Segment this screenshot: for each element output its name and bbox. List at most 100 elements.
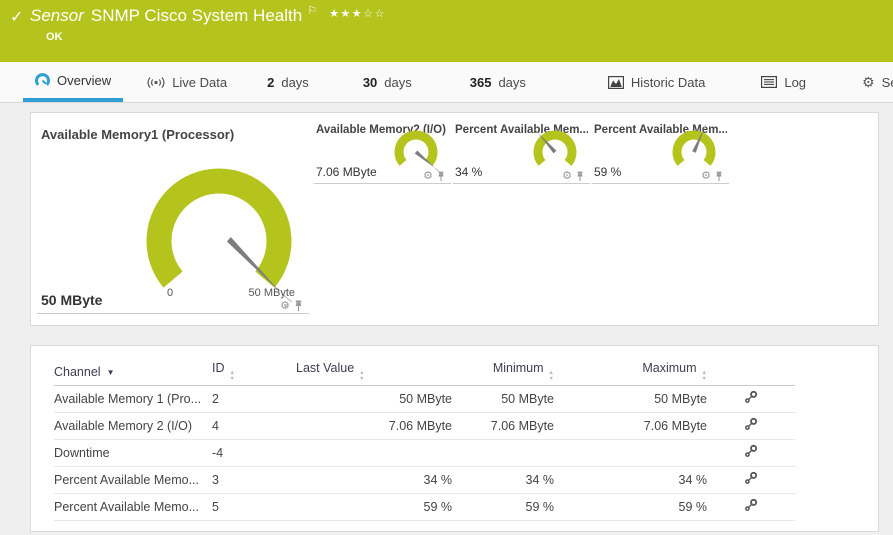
status-ok-check-icon: ✓	[10, 7, 23, 27]
channel-maximum: 7.06 MByte	[554, 412, 707, 439]
table-row[interactable]: Available Memory 1 (Pro... 2 50 MByte 50…	[54, 385, 795, 412]
channel-name[interactable]: Percent Available Memo...	[54, 466, 212, 493]
channel-id: -4	[212, 439, 296, 466]
tab-label: Live Data	[172, 75, 227, 90]
gauge-cell-available-memory2[interactable]: Available Memory2 (I/O) 7.06 MByte ⚙	[314, 119, 451, 184]
sort-desc-icon: ▼	[107, 368, 115, 377]
page-title: SNMP Cisco System Health	[91, 6, 302, 25]
pin-icon[interactable]	[294, 300, 303, 312]
channel-maximum: 34 %	[554, 466, 707, 493]
tab-overview[interactable]: Overview	[23, 62, 123, 102]
tab-log[interactable]: Log	[749, 62, 818, 102]
gear-icon: ⚙	[862, 75, 875, 89]
gauge-value: 7.06 MByte	[316, 165, 377, 179]
gauges-panel: Available Memory1 (Processor) x 0 50 MBy…	[30, 112, 879, 326]
tab-number: 30	[363, 75, 377, 90]
col-header-channel[interactable]: Channel▼	[54, 359, 212, 385]
tab-historic-data[interactable]: Historic Data	[596, 62, 717, 102]
pin-icon[interactable]	[715, 171, 723, 182]
sort-icon: ▲▼	[702, 370, 707, 383]
tab-number: 365	[470, 75, 492, 90]
table-row[interactable]: Percent Available Memo... 5 59 % 59 % 59…	[54, 493, 795, 520]
channel-name[interactable]: Downtime	[54, 439, 212, 466]
gauge-icon	[35, 73, 50, 88]
gauge-value: 59 %	[594, 165, 621, 179]
tab-30-days[interactable]: 30 days	[351, 62, 424, 102]
gauge-scale-min: 0	[167, 287, 173, 299]
broadcast-icon	[147, 76, 165, 89]
flag-icon[interactable]: ⚐	[307, 5, 317, 17]
gauge-cell-percent-memory2[interactable]: Percent Available Mem... 59 % ⚙	[592, 119, 729, 184]
edit-channel-gears-icon[interactable]	[744, 471, 758, 485]
pin-icon[interactable]	[576, 171, 584, 182]
chart-icon	[608, 76, 624, 89]
channel-name[interactable]: Available Memory 1 (Pro...	[54, 385, 212, 412]
channel-last-value: 7.06 MByte	[296, 412, 452, 439]
tab-365-days[interactable]: 365 days	[458, 62, 538, 102]
edit-channel-gears-icon[interactable]	[744, 390, 758, 404]
channel-maximum: 59 %	[554, 493, 707, 520]
channel-id: 5	[212, 493, 296, 520]
sensor-title-line: Sensor SNMP Cisco System Health ⚐ ★★★☆☆	[30, 6, 386, 26]
sensor-header: ✓ Sensor SNMP Cisco System Health ⚐ ★★★☆☆ O…	[0, 0, 893, 62]
log-icon	[761, 76, 777, 88]
col-header-id[interactable]: ID▲▼	[212, 359, 296, 385]
tab-label: Overview	[57, 73, 111, 88]
tab-label: Historic Data	[631, 75, 705, 90]
col-header-maximum[interactable]: Maximum▲▼	[554, 359, 707, 385]
priority-stars[interactable]: ★★★☆☆	[329, 8, 386, 20]
tab-label: Log	[784, 75, 806, 90]
tab-number: 2	[267, 75, 274, 90]
table-row[interactable]: Downtime -4	[54, 439, 795, 466]
channel-maximum	[554, 439, 707, 466]
tab-label: Settings	[882, 75, 893, 90]
gauge-value: 50 MByte	[41, 292, 102, 308]
channel-last-value: 50 MByte	[296, 385, 452, 412]
sort-icon: ▲▼	[230, 370, 235, 383]
channel-minimum: 34 %	[452, 466, 554, 493]
col-header-last-value[interactable]: Last Value▲▼	[296, 359, 452, 385]
gauge-settings-gear-icon[interactable]: ⚙	[423, 171, 433, 182]
sort-icon: ▲▼	[359, 370, 364, 383]
table-row[interactable]: Available Memory 2 (I/O) 4 7.06 MByte 7.…	[54, 412, 795, 439]
sensor-kind-label: Sensor	[30, 6, 84, 25]
gauge-cell-percent-memory1[interactable]: Percent Available Mem... 34 % ⚙	[453, 119, 590, 184]
col-header-minimum[interactable]: Minimum▲▼	[452, 359, 554, 385]
tab-settings[interactable]: ⚙ Settings	[850, 62, 893, 102]
channel-last-value: 59 %	[296, 493, 452, 520]
channels-table: Channel▼ ID▲▼ Last Value▲▼ Minimum▲▼ Max…	[54, 359, 795, 521]
gauge-cell-available-memory1[interactable]: Available Memory1 (Processor) x 0 50 MBy…	[37, 119, 309, 314]
channel-minimum	[452, 439, 554, 466]
sort-icon: ▲▼	[549, 370, 554, 383]
channel-last-value	[296, 439, 452, 466]
channel-minimum: 50 MByte	[452, 385, 554, 412]
channel-name[interactable]: Available Memory 2 (I/O)	[54, 412, 212, 439]
table-row[interactable]: Percent Available Memo... 3 34 % 34 % 34…	[54, 466, 795, 493]
tab-label: days	[384, 75, 411, 90]
channels-panel: Channel▼ ID▲▼ Last Value▲▼ Minimum▲▼ Max…	[30, 345, 879, 532]
tab-live-data[interactable]: Live Data	[135, 62, 239, 102]
channel-minimum: 7.06 MByte	[452, 412, 554, 439]
gauge-title: Available Memory1 (Processor)	[41, 127, 234, 142]
edit-channel-gears-icon[interactable]	[744, 417, 758, 431]
channel-id: 2	[212, 385, 296, 412]
table-header-row: Channel▼ ID▲▼ Last Value▲▼ Minimum▲▼ Max…	[54, 359, 795, 385]
channel-id: 3	[212, 466, 296, 493]
pin-icon[interactable]	[437, 171, 445, 182]
gauge-settings-gear-icon[interactable]: ⚙	[701, 171, 711, 182]
tab-2-days[interactable]: 2 days	[255, 62, 321, 102]
edit-channel-gears-icon[interactable]	[744, 498, 758, 512]
gauge-scale-max: 50 MByte	[249, 287, 295, 299]
channel-id: 4	[212, 412, 296, 439]
channel-name[interactable]: Percent Available Memo...	[54, 493, 212, 520]
tab-bar: Overview Live Data 2 days 30 days 365 da…	[0, 62, 893, 103]
gauge-settings-gear-icon[interactable]: ⚙	[280, 301, 290, 312]
gauge-value: 34 %	[455, 165, 482, 179]
col-header-edit	[707, 359, 795, 385]
gauge-settings-gear-icon[interactable]: ⚙	[562, 171, 572, 182]
channel-maximum: 50 MByte	[554, 385, 707, 412]
tab-label: days	[281, 75, 308, 90]
edit-channel-gears-icon[interactable]	[744, 444, 758, 458]
status-badge: OK	[46, 31, 63, 43]
channel-last-value: 34 %	[296, 466, 452, 493]
